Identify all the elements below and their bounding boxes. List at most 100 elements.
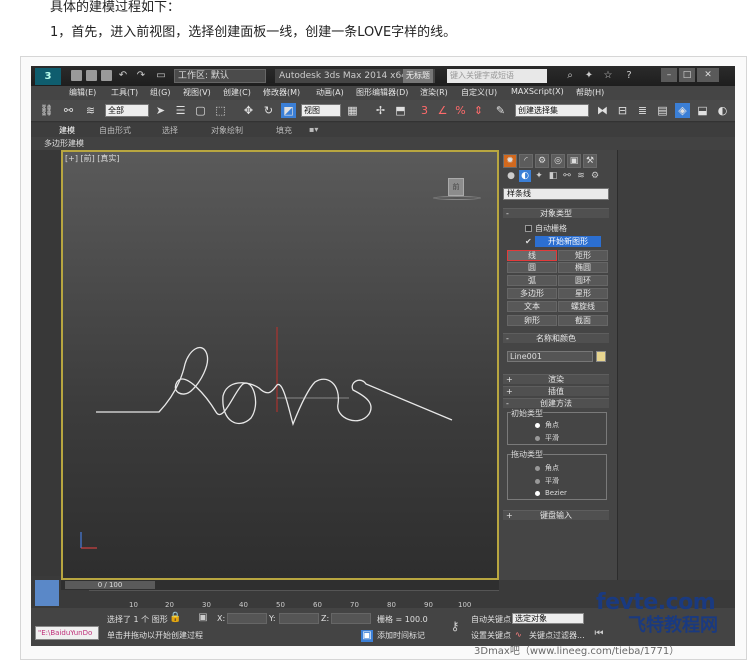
circle-button[interactable]: 圆 [507,262,557,273]
x-coord-field[interactable] [227,613,267,624]
create-tab-icon[interactable]: ✹ [503,154,517,168]
set-key-button[interactable]: 设置关键点 [471,630,511,641]
spinner-snap-icon[interactable]: ⇕ [471,103,486,118]
ribbon-tab-object-paint[interactable]: 对象绘制 [211,125,243,136]
pivot-icon[interactable]: ▦ [345,103,360,118]
add-time-tag[interactable]: 添加时间标记 [377,630,425,641]
set-key-icon[interactable]: ⚷ [449,620,461,632]
radio-dot[interactable] [535,465,540,471]
donut-button[interactable]: 圆环 [558,275,608,286]
menu-maxscript[interactable]: MAXScript(X) [511,87,564,96]
name-color-rollout[interactable]: - 名称和颜色 [503,333,609,343]
autogrid-box[interactable] [525,225,532,232]
autogrid-checkbox[interactable]: 自动栅格 [525,223,567,234]
start-new-shape-button[interactable]: 开始新图形 [535,236,601,247]
ribbon-tab-freeform[interactable]: 自由形式 [99,125,131,136]
rect-select-icon[interactable]: ▢ [193,103,208,118]
selection-filter-select[interactable]: 全部 [105,104,149,117]
key-select-dropdown[interactable]: 选定对象 [512,613,584,624]
keyboard-shortcut-icon[interactable]: ⬒ [393,103,408,118]
object-name-field[interactable]: Line001 [507,351,593,362]
arc-button[interactable]: 弧 [507,275,557,286]
menu-views[interactable]: 视图(V) [183,87,211,98]
edit-named-sets-icon[interactable]: ✎ [493,103,508,118]
menu-animation[interactable]: 动画(A) [316,87,344,98]
drag-corner-radio[interactable]: 角点 [535,463,559,473]
new-file-icon[interactable] [71,70,82,81]
menu-create[interactable]: 创建(C) [223,87,251,98]
undo-icon[interactable]: ↶ [117,70,129,82]
maxscript-listener[interactable]: "E:\BaiduYunDo [35,626,99,640]
star-button[interactable]: 星形 [558,288,608,299]
app-logo[interactable]: 3 [35,68,61,85]
open-file-icon[interactable] [86,70,97,81]
line-button[interactable]: 线 [507,250,557,261]
project-folder-icon[interactable]: ▭ [155,70,167,82]
text-button[interactable]: 文本 [507,301,557,312]
help-icon[interactable]: ? [623,70,635,82]
track-bar[interactable]: 10 20 30 40 50 60 70 80 90 100 [89,590,499,609]
binoculars-icon[interactable]: ⌕ [564,70,576,82]
radio-dot[interactable] [535,422,540,428]
transform-mode-icon[interactable]: ▣ [197,612,209,624]
utilities-tab-icon[interactable]: ⚒ [583,154,597,168]
initial-corner-radio[interactable]: 角点 [535,420,559,430]
angle-snap-icon[interactable]: ∠ [435,103,450,118]
snaps-toggle-icon[interactable]: 3 [417,103,432,118]
star-icon[interactable]: ☆ [602,70,614,82]
graphite-toggle-icon[interactable]: ▤ [655,103,670,118]
workspace-select[interactable]: 工作区: 默认 [174,69,266,83]
systems-icon[interactable]: ⚙ [589,170,601,182]
window-crossing-icon[interactable]: ⬚ [213,103,228,118]
interpolation-rollout[interactable]: + 插值 [503,386,609,396]
unlink-icon[interactable]: ⚯ [61,103,76,118]
object-color-swatch[interactable] [596,351,606,362]
object-type-rollout[interactable]: - 对象类型 [503,208,609,218]
select-manipulate-icon[interactable]: ✢ [373,103,388,118]
reference-coord-select[interactable]: 视图 [301,104,341,117]
menu-help[interactable]: 帮助(H) [576,87,604,98]
creation-method-rollout[interactable]: - 创建方法 [503,398,609,408]
motion-tab-icon[interactable]: ◎ [551,154,565,168]
rectangle-button[interactable]: 矩形 [558,250,608,261]
redo-icon[interactable]: ↷ [135,70,147,82]
radio-dot[interactable] [535,435,540,441]
cameras-icon[interactable]: ◧ [547,170,559,182]
key-filters-button[interactable]: 关键点过滤器... [529,630,585,641]
percent-snap-icon[interactable]: % [453,103,468,118]
time-slider-track[interactable]: 0 / 100 [61,580,499,590]
ribbon-tab-populate[interactable]: 填充 [276,125,292,136]
section-button[interactable]: 截面 [558,315,608,326]
front-viewport[interactable]: [+] [前] [真实] 前 [61,150,499,580]
maximize-icon[interactable]: □ [679,68,695,82]
move-icon[interactable]: ✥ [241,103,256,118]
align-icon[interactable]: ⊟ [615,103,630,118]
mirror-icon[interactable]: ⧓ [595,103,610,118]
time-slider[interactable]: 0 / 100 [65,581,155,589]
rotate-icon[interactable]: ↻ [261,103,276,118]
polygon-modeling-tab[interactable]: 多边形建模 [44,138,84,149]
radio-dot[interactable] [535,490,540,496]
space-warps-icon[interactable]: ≋ [575,170,587,182]
geometry-icon[interactable]: ● [505,170,517,182]
save-file-icon[interactable] [101,70,112,81]
z-coord-field[interactable] [331,613,371,624]
menu-group[interactable]: 组(G) [150,87,170,98]
community-icon[interactable]: ✦ [583,70,595,82]
add-time-tag-icon[interactable]: ▣ [361,630,373,642]
material-editor-icon[interactable]: ◐ [715,103,730,118]
ribbon-tab-modeling[interactable]: 建模 [59,125,75,136]
shapes-icon[interactable]: ◐ [519,170,531,182]
hierarchy-tab-icon[interactable]: ⚙ [535,154,549,168]
helpers-icon[interactable]: ⚯ [561,170,573,182]
keyboard-entry-rollout[interactable]: + 键盘输入 [503,510,609,520]
radio-dot[interactable] [535,478,540,484]
mini-curve-editor-icon[interactable] [35,580,59,606]
goto-start-icon[interactable]: ⏮ [593,628,605,640]
select-by-name-icon[interactable]: ☰ [173,103,188,118]
minimize-icon[interactable]: – [661,68,677,82]
menu-rendering[interactable]: 渲染(R) [420,87,448,98]
shape-category-select[interactable]: 样条线 [503,188,609,200]
drag-smooth-radio[interactable]: 平滑 [535,476,559,486]
search-input[interactable]: 键入关键字或短语 [447,69,547,83]
